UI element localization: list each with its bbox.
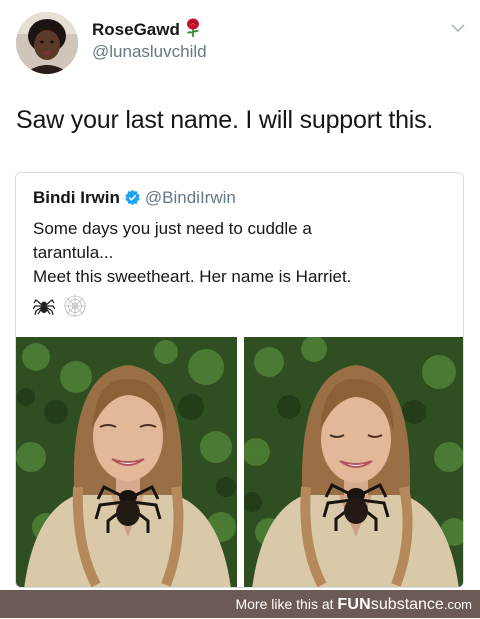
woman-with-tarantula-photo-2[interactable] bbox=[244, 337, 463, 587]
verified-badge-icon bbox=[125, 189, 140, 206]
quoted-text-line: tarantula... bbox=[33, 243, 114, 262]
spider-web-icon bbox=[64, 295, 87, 317]
quoted-tweet-text: Some days you just need to cuddle a tara… bbox=[33, 217, 453, 289]
quoted-tweet[interactable]: Bindi Irwin @BindiIrwin Some days you ju… bbox=[15, 172, 464, 588]
footer-brand-domain: .com bbox=[443, 597, 472, 612]
display-name[interactable]: RoseGawd bbox=[92, 18, 202, 40]
quoted-tweet-author[interactable]: Bindi Irwin @BindiIrwin bbox=[33, 188, 236, 208]
emoji-row bbox=[33, 294, 91, 318]
watermark-footer[interactable]: More like this at FUNsubstance.com bbox=[0, 590, 480, 618]
footer-prefix: More like this at bbox=[235, 596, 334, 612]
user-handle[interactable]: @lunasluvchild bbox=[92, 42, 207, 62]
quoted-text-line: Meet this sweetheart. Her name is Harrie… bbox=[33, 267, 352, 286]
rose-icon bbox=[186, 18, 199, 37]
quoted-text-line: Some days you just need to cuddle a bbox=[33, 219, 312, 238]
avatar[interactable] bbox=[16, 12, 78, 74]
spider-icon bbox=[33, 299, 55, 316]
tweet-card: RoseGawd @lunasluvchild Saw your last na… bbox=[0, 0, 480, 590]
tweet-text: Saw your last name. I will support this. bbox=[16, 106, 434, 134]
footer-brand-rest: substance bbox=[370, 596, 444, 613]
footer-brand-fun: FUN bbox=[337, 596, 371, 613]
chevron-down-icon[interactable] bbox=[450, 22, 466, 34]
woman-with-tarantula-photo-1[interactable] bbox=[16, 337, 237, 587]
quoted-display-name: Bindi Irwin bbox=[33, 188, 120, 207]
quoted-handle: @BindiIrwin bbox=[144, 188, 236, 207]
